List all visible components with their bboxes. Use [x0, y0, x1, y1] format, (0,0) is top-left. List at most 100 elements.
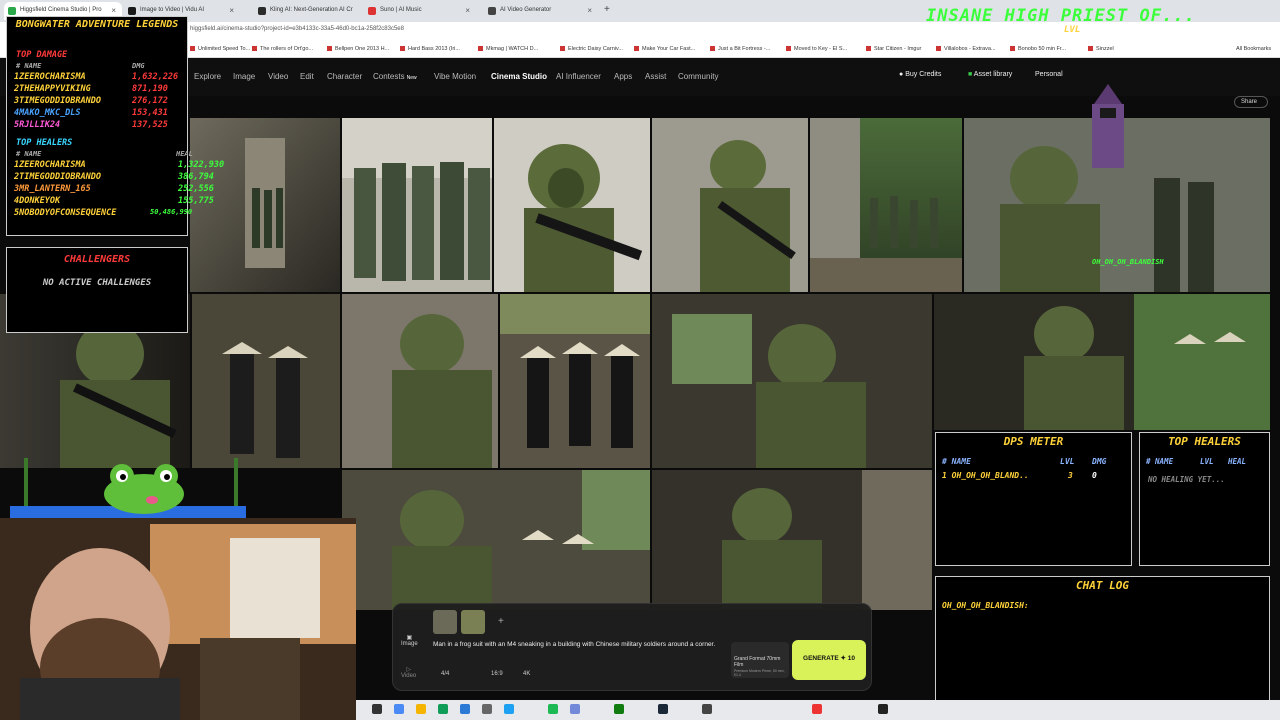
- nav-explore[interactable]: Explore: [194, 72, 221, 81]
- nav-apps[interactable]: Apps: [614, 72, 632, 81]
- close-tab-icon[interactable]: ×: [111, 6, 116, 15]
- gallery-image[interactable]: [342, 294, 498, 468]
- tab-kling[interactable]: Kling AI: Next-Generation AI Cr: [254, 2, 354, 20]
- tab-ai-video[interactable]: AI Video Generator ×: [484, 2, 598, 20]
- dps-dmg: 0: [1092, 471, 1097, 480]
- heal-value: 50,486,990: [150, 208, 193, 216]
- close-tab-icon[interactable]: ×: [229, 6, 234, 15]
- steam-icon[interactable]: [658, 704, 668, 714]
- xbox-icon[interactable]: [614, 704, 624, 714]
- bookmark-item[interactable]: Mkmag | WATCH D...: [478, 46, 538, 52]
- gallery-image[interactable]: [192, 294, 340, 468]
- nav-ai-influencer[interactable]: AI Influencer: [556, 72, 601, 81]
- asset-library-button[interactable]: ■ Asset library: [968, 71, 1012, 78]
- bookmark-item[interactable]: Sinzzel: [1088, 46, 1114, 52]
- priest-sprite-icon: [1092, 84, 1124, 168]
- nav-label: Contests: [373, 72, 405, 81]
- add-reference-button[interactable]: +: [498, 616, 504, 627]
- tab-suno[interactable]: Suno | AI Music ×: [364, 2, 476, 20]
- nav-edit[interactable]: Edit: [300, 72, 314, 81]
- gallery-image[interactable]: [810, 118, 962, 292]
- discord-icon[interactable]: [570, 704, 580, 714]
- quality-selector[interactable]: 4K: [523, 671, 530, 677]
- share-button[interactable]: Share: [1234, 96, 1268, 108]
- terminal-icon[interactable]: [878, 704, 888, 714]
- dps-lvl: 3: [1068, 471, 1073, 480]
- bookmark-item[interactable]: Unlimited Speed To...: [190, 46, 250, 52]
- reference-thumb[interactable]: [433, 610, 457, 634]
- nav-assist[interactable]: Assist: [645, 72, 666, 81]
- image-mode-icon: ▣: [406, 635, 413, 641]
- leaderboard-row: 4DONKEYOK: [14, 196, 60, 206]
- nav-contests[interactable]: Contests New: [373, 72, 417, 81]
- record-icon[interactable]: [812, 704, 822, 714]
- bookmark-item[interactable]: Make Your Car Fast...: [634, 46, 695, 52]
- buy-credits-button[interactable]: ● Buy Credits: [899, 71, 941, 78]
- frog-soldier-wall-image: [342, 294, 498, 468]
- bookmark-item[interactable]: Villalobos - Extrava...: [936, 46, 996, 52]
- player-name: DONKEYOK: [19, 196, 61, 206]
- style-sub: Premium Modern Prime, 50 mm, f/1.4: [734, 669, 785, 677]
- obs-icon[interactable]: [702, 704, 712, 714]
- leaderboard-row: 2THEHAPPYVIKING: [14, 84, 91, 94]
- gallery-image[interactable]: [934, 294, 1270, 430]
- gallery-image[interactable]: [342, 118, 492, 292]
- gallery-image[interactable]: [342, 470, 650, 610]
- nav-video[interactable]: Video: [268, 72, 288, 81]
- ai-video-favicon-icon: [488, 7, 496, 15]
- edge-icon[interactable]: [460, 704, 470, 714]
- browser-icon[interactable]: [394, 704, 404, 714]
- ratio-selector[interactable]: 16:9: [491, 671, 503, 677]
- prompt-input[interactable]: Man in a frog suit with an M4 sneaking i…: [433, 640, 723, 649]
- frog-sprite-icon: [10, 458, 246, 518]
- gallery-image[interactable]: [652, 118, 808, 292]
- mode-image-button[interactable]: ▣ Image: [401, 634, 418, 647]
- dps-meter-panel: DPS METER # NAME LVL DMG 1 OH_OH_OH_BLAN…: [935, 432, 1132, 566]
- nav-cinema-studio[interactable]: Cinema Studio: [491, 72, 547, 81]
- vidu-favicon-icon: [128, 7, 136, 15]
- nav-community[interactable]: Community: [678, 72, 718, 81]
- nav-vibe-motion[interactable]: Vibe Motion: [434, 72, 476, 81]
- level-label: LVL: [1064, 25, 1081, 35]
- url-text[interactable]: higgsfield.ai/cinema-studio?project-id=e…: [190, 26, 404, 32]
- bookmark-item[interactable]: Just a Bit Fortress -...: [710, 46, 770, 52]
- tab-label: Kling AI: Next-Generation AI Cr: [270, 7, 353, 13]
- gallery-image[interactable]: [500, 294, 650, 468]
- bookmark-item[interactable]: Bonobo 50 min Fr...: [1010, 46, 1066, 52]
- spotify-icon[interactable]: [548, 704, 558, 714]
- nav-character[interactable]: Character: [327, 72, 362, 81]
- marquee-title: INSANE HIGH PRIEST OF...: [926, 6, 1196, 26]
- bookmark-item[interactable]: Bellpen One 2013 H...: [327, 46, 389, 52]
- explorer-icon[interactable]: [372, 704, 382, 714]
- bookmark-item[interactable]: Star Citizen - Imgur: [866, 46, 921, 52]
- frog-soldier-window-image: [652, 294, 932, 468]
- app-icon[interactable]: [482, 704, 492, 714]
- challengers-title: CHALLENGERS: [63, 254, 131, 265]
- heal-empty: NO HEALING YET...: [1148, 475, 1225, 484]
- gallery-image[interactable]: [494, 118, 650, 292]
- chrome-icon[interactable]: [438, 704, 448, 714]
- generate-button[interactable]: GENERATE ✦ 10: [792, 640, 866, 680]
- gallery-image[interactable]: [652, 294, 932, 468]
- nav-image[interactable]: Image: [233, 72, 255, 81]
- workspace-selector[interactable]: Personal: [1035, 71, 1063, 78]
- style-card[interactable]: Grand Format 70mm Film Premium Modern Pr…: [731, 642, 789, 678]
- bookmark-item[interactable]: The rollers of Ort'go...: [252, 46, 313, 52]
- leaderboard-row: 5NOBODYOFCONSEQUENCE: [14, 208, 116, 218]
- bookmark-item[interactable]: Moved to Key - El S...: [786, 46, 847, 52]
- mail-icon[interactable]: [504, 704, 514, 714]
- files-icon[interactable]: [416, 704, 426, 714]
- count-selector[interactable]: 4/4: [441, 671, 449, 677]
- reference-thumb[interactable]: [461, 610, 485, 634]
- all-bookmarks-button[interactable]: All Bookmarks: [1236, 46, 1271, 52]
- close-tab-icon[interactable]: ×: [465, 6, 470, 15]
- bookmark-item[interactable]: Electric Daisy Carniv...: [560, 46, 623, 52]
- mode-video-button[interactable]: ▷ Video: [401, 666, 416, 679]
- leaderboard-row: 2TIMEGODDIOBRANDO: [14, 172, 101, 182]
- close-tab-icon[interactable]: ×: [587, 6, 592, 15]
- dps-title: DPS METER: [1003, 435, 1064, 448]
- bookmark-item[interactable]: Hard Bass 2013 (Iri...: [400, 46, 460, 52]
- new-tab-button[interactable]: +: [604, 4, 610, 15]
- leaderboard-row: 1ZEEROCHARISMA: [14, 72, 86, 82]
- gallery-image[interactable]: [652, 470, 932, 610]
